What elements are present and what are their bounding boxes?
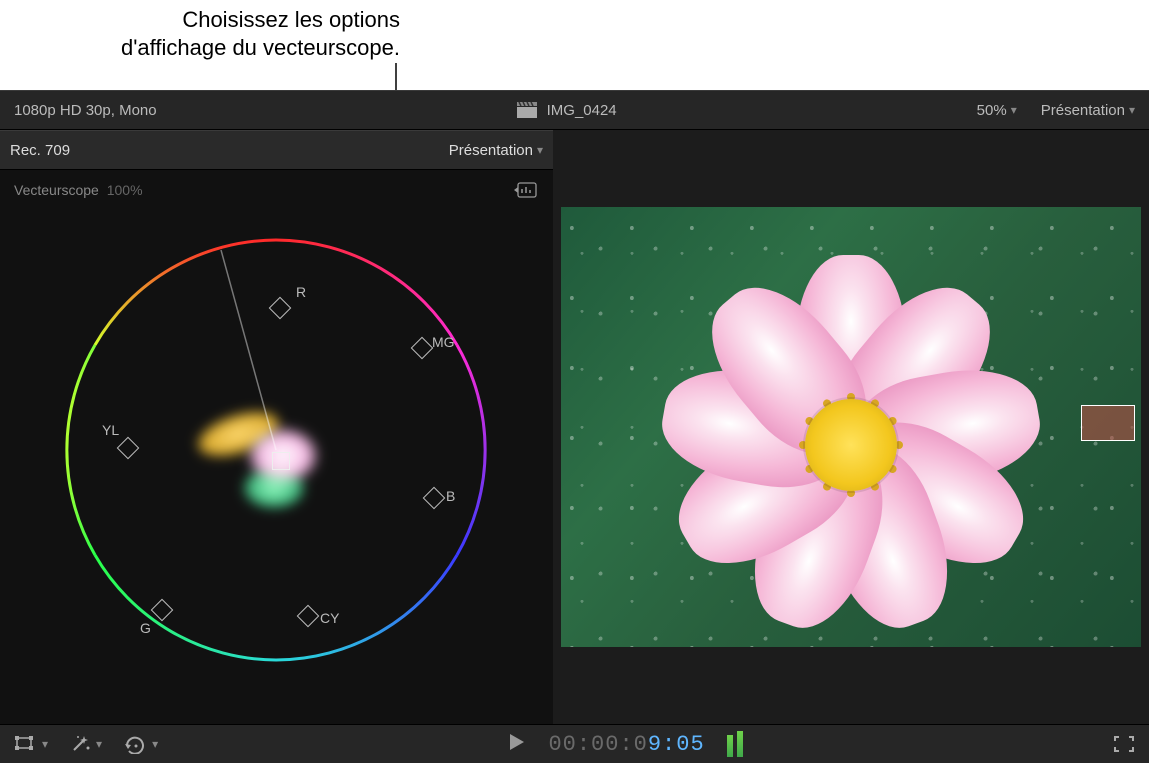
zoom-value: 50% xyxy=(977,102,1007,119)
annotation-line-2: d'affichage du vecteurscope. xyxy=(121,35,400,60)
clip-name: IMG_0424 xyxy=(547,102,617,119)
play-button[interactable] xyxy=(508,732,526,757)
timecode-display[interactable]: 00:00:09:05 xyxy=(548,732,704,757)
timecode-dim: 00:00:0 xyxy=(548,732,647,757)
chevron-down-icon: ▾ xyxy=(152,737,158,751)
viewer-view-label: Présentation xyxy=(1041,102,1125,119)
chevron-down-icon: ▾ xyxy=(96,737,102,751)
viewer-view-dropdown[interactable]: Présentation ▾ xyxy=(1041,102,1135,119)
timecode-bright: 9:05 xyxy=(648,732,705,757)
viewer-footer: ▾ ▾ ▾ 00:00:09:05 xyxy=(0,725,1149,763)
vectorscope-target-label-cy: CY xyxy=(320,610,339,626)
color-sample-swatch[interactable] xyxy=(1081,405,1135,441)
vectorscope-display: R MG B CY G YL xyxy=(0,210,553,724)
flower-center xyxy=(805,399,897,491)
app-window: 1080p HD 30p, Mono IMG_0424 50% ▾ Présen… xyxy=(0,90,1149,761)
clapperboard-icon xyxy=(517,102,537,118)
vectorscope-target-label-b: B xyxy=(446,488,455,504)
chevron-down-icon: ▾ xyxy=(1011,103,1017,117)
scope-view-label: Présentation xyxy=(449,142,533,159)
format-label: 1080p HD 30p, Mono xyxy=(0,102,171,119)
annotation-text: Choisissez les options d'affichage du ve… xyxy=(0,6,400,61)
vectorscope-trace xyxy=(244,468,304,508)
scope-panel: Rec. 709 Présentation ▾ Vecteurscope 100… xyxy=(0,130,553,724)
scope-view-dropdown[interactable]: Présentation ▾ xyxy=(449,142,543,159)
annotation-line-1: Choisissez les options xyxy=(182,7,400,32)
scope-title: Vecteurscope 100% xyxy=(14,182,143,198)
audio-meters[interactable] xyxy=(727,731,763,757)
vectorscope-center-reticle xyxy=(272,452,290,470)
fullscreen-button[interactable] xyxy=(1113,735,1135,753)
scope-settings-button[interactable] xyxy=(513,181,539,199)
viewer-top-bar: 1080p HD 30p, Mono IMG_0424 50% ▾ Présen… xyxy=(0,90,1149,130)
color-space-label: Rec. 709 xyxy=(10,142,449,159)
transform-tool-dropdown[interactable]: ▾ xyxy=(14,735,48,753)
zoom-dropdown[interactable]: 50% ▾ xyxy=(977,102,1017,119)
vectorscope-target-label-g: G xyxy=(140,620,151,636)
scope-panel-header: Rec. 709 Présentation ▾ xyxy=(0,130,553,170)
chevron-down-icon: ▾ xyxy=(537,143,543,157)
vectorscope-target-label-mg: MG xyxy=(432,334,455,350)
effects-tool-dropdown[interactable]: ▾ xyxy=(70,734,102,754)
vectorscope-target-label-r: R xyxy=(296,284,306,300)
chevron-down-icon: ▾ xyxy=(42,737,48,751)
chevron-down-icon: ▾ xyxy=(1129,103,1135,117)
retime-tool-dropdown[interactable]: ▾ xyxy=(124,734,158,754)
viewer-preview[interactable] xyxy=(553,130,1149,724)
vectorscope-target-label-yl: YL xyxy=(102,422,119,438)
